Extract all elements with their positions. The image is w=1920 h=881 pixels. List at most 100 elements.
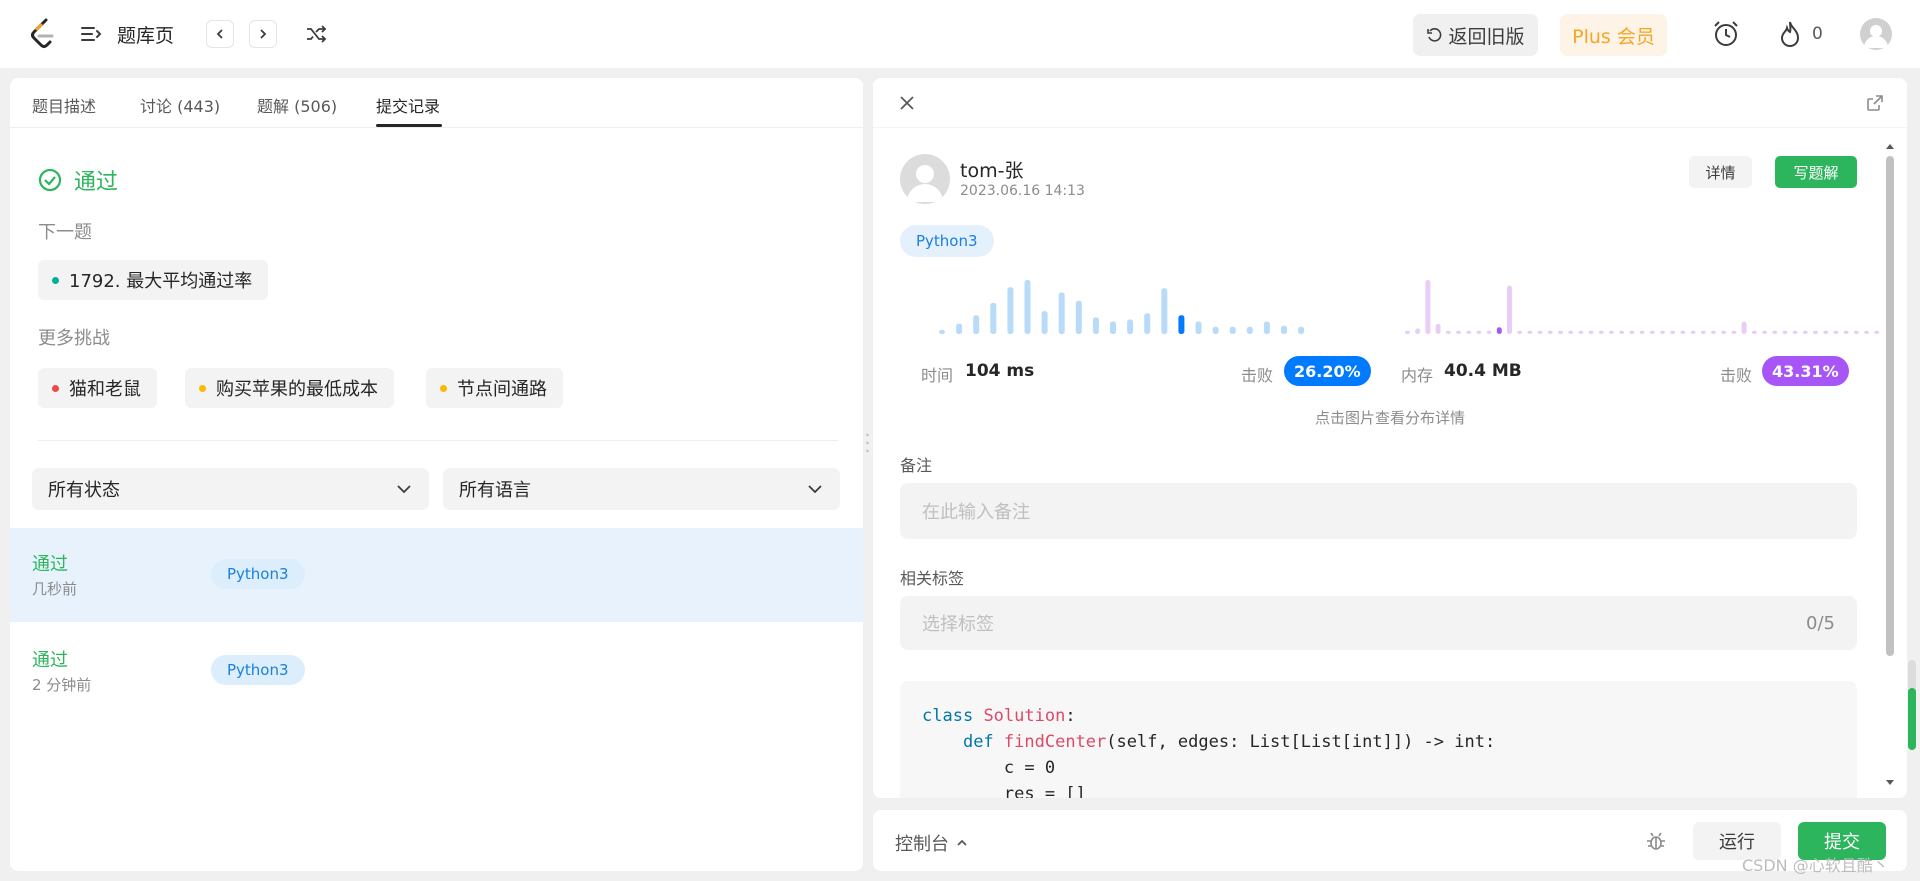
submission-language: Python3 [211,655,305,685]
runtime-distribution-bar [1263,321,1270,334]
memory-distribution-bar [1690,330,1696,334]
submission-detail-panel: tom-张 2023.06.16 14:13 详情 写题解 Python3 时间… [873,78,1907,798]
challenge-chip[interactable]: 购买苹果的最低成本 [185,368,394,408]
page-title[interactable]: 题库页 [117,21,174,48]
memory-distribution-bar [1578,330,1584,334]
challenge-chip[interactable]: 节点间通路 [426,368,563,408]
runtime-distribution-bar [1024,280,1031,334]
memory-distribution-bar [1813,330,1818,334]
divider [38,440,838,441]
memory-value: 40.4 MB [1444,361,1522,381]
tags-select[interactable]: 选择标签 0/5 [900,596,1857,650]
language-badge: Python3 [900,225,994,257]
memory-distribution-bar [1721,330,1727,334]
runtime-distribution-bar [1110,321,1116,334]
watermark: CSDN @心软且酷丶 [1742,856,1889,875]
scrollbar-thumb[interactable] [1886,156,1894,656]
distribution-charts[interactable] [893,268,1883,368]
status-filter-value: 所有状态 [48,480,120,501]
scroll-down-icon[interactable] [1883,778,1897,788]
runtime-distribution-bar [1075,300,1082,334]
submission-row[interactable]: 通过 2 分钟前 Python3 [10,624,863,718]
close-icon[interactable] [897,93,917,113]
challenge-title: 购买苹果的最低成本 [216,379,378,400]
more-challenges-label: 更多挑战 [38,328,110,349]
fire-icon[interactable] [1778,20,1802,48]
write-solution-button[interactable]: 写题解 [1775,156,1857,188]
scroll-indicator [1908,660,1916,750]
runtime-distribution-bar [1195,321,1202,334]
user-avatar[interactable] [1860,18,1892,50]
language-filter-value: 所有语言 [459,480,531,501]
shuffle-icon[interactable] [305,24,327,44]
next-problem-chip[interactable]: 1792. 最大平均通过率 [38,260,269,300]
submission-row[interactable]: 通过 几秒前 Python3 [10,528,863,622]
top-bar: 题库页 返回旧版 Plus 会员 0 [0,0,1920,68]
memory-distribution-bar [1425,280,1431,334]
runtime-beat-label: 击败 [1241,366,1274,385]
memory-beat-label: 击败 [1720,366,1753,385]
memory-distribution-bar [1639,330,1645,334]
submission-language: Python3 [211,559,305,589]
memory-distribution-bar [1731,330,1737,334]
memory-distribution-bar [1670,330,1676,334]
memory-distribution-bar [1568,330,1574,334]
old-version-button[interactable]: 返回旧版 [1413,14,1538,56]
runtime-distribution-bar [1092,317,1099,334]
note-placeholder: 在此输入备注 [922,502,1030,523]
memory-distribution-bar [1649,330,1655,334]
runtime-distribution-bar [1007,287,1014,334]
challenge-chip[interactable]: 猫和老鼠 [38,368,157,408]
old-version-label: 返回旧版 [1448,25,1525,48]
tags-placeholder: 选择标签 [922,614,994,635]
memory-distribution-bar [1741,321,1747,334]
code-line: def findCenter(self, edges: List[List[in… [962,732,1496,752]
memory-distribution-bar [1405,330,1410,334]
submitter-name[interactable]: tom-张 [960,156,1023,183]
detail-header [873,78,1907,128]
chevron-up-icon [957,839,967,846]
runtime-label: 时间 [921,366,954,385]
runtime-distribution-bar [1298,326,1305,334]
default-avatar-icon [1864,25,1888,48]
next-problem-button[interactable] [249,20,277,48]
code-block[interactable]: class Solution: def findCenter(self, edg… [900,681,1857,798]
memory-label: 内存 [1401,366,1434,385]
memory-distribution-bar [1853,330,1859,334]
memory-beat-badge: 43.31% [1762,356,1849,386]
code-line: class Solution: [922,706,1076,726]
tab-solutions[interactable]: 题解 (506) [257,93,337,117]
problem-list-icon[interactable] [80,24,102,44]
debug-icon[interactable] [1645,830,1667,852]
tab-description[interactable]: 题目描述 [32,93,96,117]
console-toggle[interactable]: 控制台 [895,830,969,856]
memory-distribution-bar [1537,330,1543,334]
language-filter-select[interactable]: 所有语言 [443,468,840,510]
runtime-distribution-bar [956,323,963,334]
memory-distribution-bar [1680,330,1686,334]
runtime-distribution-bar [1281,325,1287,334]
note-input[interactable]: 在此输入备注 [900,483,1857,539]
details-button[interactable]: 详情 [1689,156,1752,188]
memory-distribution-bar [1588,330,1594,334]
status-filter-select[interactable]: 所有状态 [32,468,429,510]
plus-member-button[interactable]: Plus 会员 [1560,14,1667,56]
alarm-clock-icon[interactable] [1712,20,1740,48]
leetcode-logo-icon[interactable] [28,18,58,50]
memory-distribution-bar [1466,330,1472,334]
open-external-icon[interactable] [1865,93,1885,113]
memory-distribution-bar [1547,330,1553,334]
tab-submissions[interactable]: 提交记录 [376,93,440,117]
next-problem-title: 1792. 最大平均通过率 [69,271,253,292]
note-label: 备注 [900,456,933,475]
default-avatar-icon [907,165,943,202]
difficulty-dot [199,384,206,392]
memory-distribution-bar [1609,330,1614,334]
panel-resize-handle[interactable] [866,432,869,454]
prev-problem-button[interactable] [206,20,234,48]
scroll-up-icon[interactable] [1883,141,1897,151]
tab-discussion[interactable]: 讨论 (443) [140,93,220,117]
memory-distribution-bar [1517,330,1523,334]
active-tab-indicator [376,124,442,127]
submitter-avatar [900,154,950,204]
